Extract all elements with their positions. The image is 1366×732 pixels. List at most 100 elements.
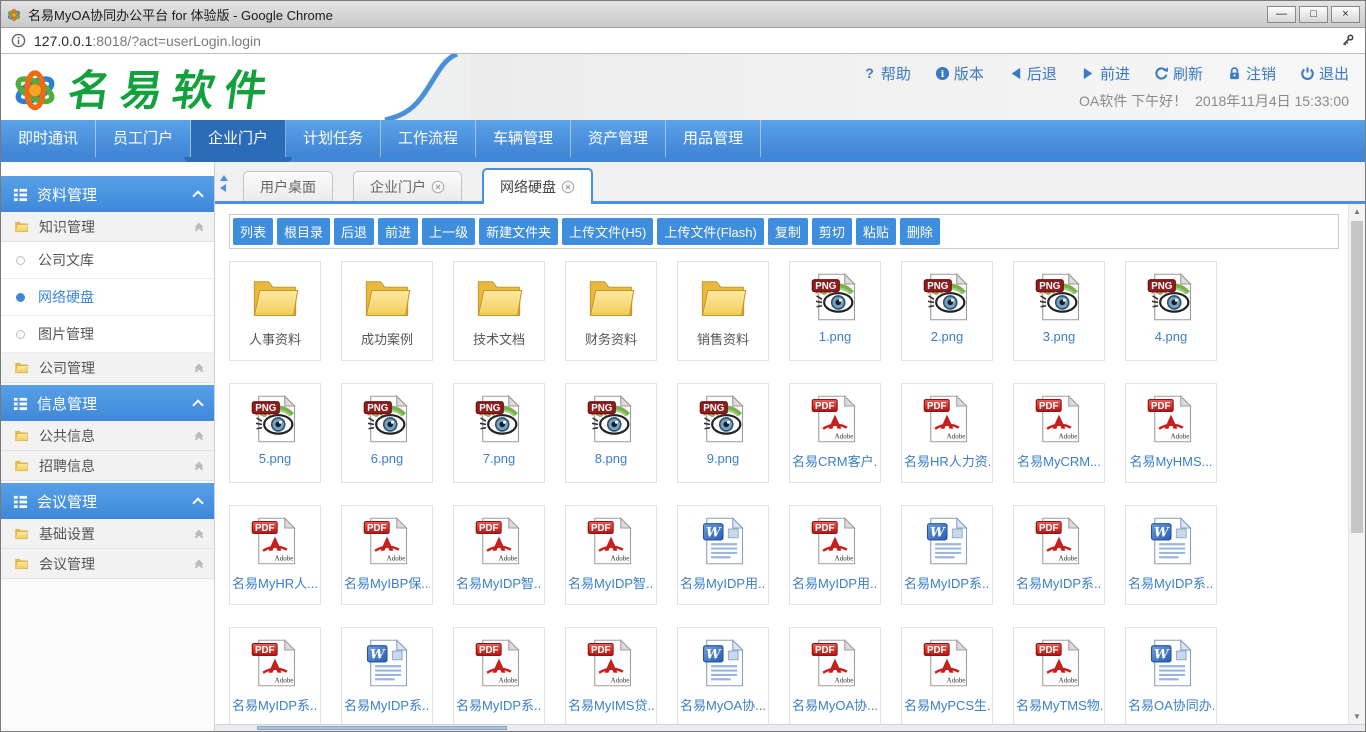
toolbar-button[interactable]: 剪切 [812,218,852,245]
file-card[interactable]: 成功案例 [341,261,433,361]
collapse-left-arrow-icon[interactable] [220,184,226,192]
file-card[interactable]: 财务资料 [565,261,657,361]
quick-link[interactable]: 刷新 [1154,63,1203,84]
file-card[interactable]: 名易HR人力资... [901,383,993,483]
file-card[interactable]: 9.png [677,383,769,483]
vertical-scrollbar[interactable]: ▲ ▼ [1348,204,1365,724]
quick-link[interactable]: 前进 [1081,63,1130,84]
file-card[interactable]: 销售资料 [677,261,769,361]
quick-link[interactable]: 后退 [1008,63,1057,84]
file-card[interactable]: 名易MyIDP智... [565,505,657,605]
file-card[interactable]: 名易MyIDP系... [229,627,321,724]
file-card[interactable]: 名易MyIDP用... [789,505,881,605]
file-card[interactable]: 名易MyPCS生... [901,627,993,724]
sidebar-item[interactable]: 公司文库 [1,242,214,279]
url-text[interactable]: 127.0.0.1:8018/?act=userLogin.login [34,33,261,49]
file-card[interactable]: 名易MyIDP智... [453,505,545,605]
quick-link[interactable]: 帮助 [862,63,911,84]
file-card[interactable]: 名易MyIDP系... [901,505,993,605]
nav-item[interactable]: 车辆管理 [476,120,571,157]
quick-link[interactable]: 版本 [935,63,984,84]
file-card[interactable]: 名易MyOA协... [789,627,881,724]
nav-item[interactable]: 员工门户 [96,120,191,157]
file-card[interactable]: 名易CRM客户... [789,383,881,483]
file-card[interactable]: 名易MyIDP用... [677,505,769,605]
sidebar-group[interactable]: 会议管理 [1,549,214,579]
maximize-button[interactable]: □ [1299,6,1328,23]
quick-link[interactable]: 退出 [1300,63,1349,84]
sidebar-item[interactable]: 网络硬盘 [1,279,214,316]
scroll-up-arrow-icon[interactable]: ▲ [1349,204,1365,219]
nav-item[interactable]: 即时通讯 [1,120,96,157]
file-card[interactable]: 名易MyIDP系... [1125,505,1217,605]
file-card[interactable]: 6.png [341,383,433,483]
nav-item[interactable]: 企业门户 [191,120,286,157]
nav-item[interactable]: 用品管理 [666,120,761,157]
sidebar-group[interactable]: 公司管理 [1,353,214,383]
file-card[interactable]: 4.png [1125,261,1217,361]
content-tab[interactable]: 企业门户 [353,171,462,201]
file-card[interactable]: 名易MyHR人... [229,505,321,605]
file-name: 名易MyCRM... [1017,451,1101,470]
toolbar-button[interactable]: 复制 [768,218,808,245]
scroll-down-arrow-icon[interactable]: ▼ [1349,709,1365,724]
sidebar-item[interactable]: 图片管理 [1,316,214,353]
file-card[interactable]: 7.png [453,383,545,483]
tab-close-icon[interactable] [561,180,575,194]
brand-logo-icon [9,61,61,113]
file-card[interactable]: 技术文档 [453,261,545,361]
page-info-icon[interactable] [11,33,26,48]
file-card[interactable]: 名易MyIDP系... [1013,505,1105,605]
file-card[interactable]: 名易MyCRM... [1013,383,1105,483]
file-card[interactable]: 名易MyIMS贷... [565,627,657,724]
sidebar-group[interactable]: 知识管理 [1,212,214,242]
tab-close-icon[interactable] [431,180,445,194]
vertical-scrollbar-thumb[interactable] [1351,221,1363,533]
file-card[interactable]: 1.png [789,261,881,361]
content-tab[interactable]: 网络硬盘 [482,168,593,204]
content-tab[interactable]: 用户桌面 [243,171,333,201]
file-card[interactable]: 人事资料 [229,261,321,361]
file-card[interactable]: 2.png [901,261,993,361]
address-bar[interactable]: 127.0.0.1:8018/?act=userLogin.login [1,28,1365,54]
toolbar-button[interactable]: 上一级 [422,218,475,245]
file-card[interactable]: 名易MyOA协... [677,627,769,724]
sidebar-group[interactable]: 招聘信息 [1,451,214,481]
toolbar-button[interactable]: 删除 [900,218,940,245]
toolbar-button[interactable]: 上传文件(Flash) [657,218,763,245]
file-card[interactable]: 名易MyIBP保... [341,505,433,605]
sidebar-group[interactable]: 基础设置 [1,519,214,549]
file-card[interactable]: 8.png [565,383,657,483]
file-card[interactable]: 名易MyTMS物... [1013,627,1105,724]
toolbar-button[interactable]: 新建文件夹 [479,218,558,245]
toolbar-button[interactable]: 后退 [334,218,374,245]
sidebar-section-header[interactable]: 资料管理 [1,176,214,212]
key-icon[interactable] [1340,33,1355,48]
close-button[interactable]: × [1331,6,1360,23]
horizontal-scrollbar[interactable] [215,724,1365,731]
file-card[interactable]: 名易OA协同办... [1125,627,1217,724]
nav-item[interactable]: 工作流程 [381,120,476,157]
file-card[interactable]: 名易MyIDP系... [453,627,545,724]
file-type-icon [809,271,861,323]
toolbar-button[interactable]: 粘贴 [856,218,896,245]
file-type-icon [361,637,413,689]
nav-item[interactable]: 计划任务 [286,120,381,157]
file-card[interactable]: 5.png [229,383,321,483]
file-card[interactable]: 3.png [1013,261,1105,361]
file-type-icon [809,637,861,689]
quick-link[interactable]: 注销 [1227,63,1276,84]
file-card[interactable]: 名易MyHMS... [1125,383,1217,483]
sidebar-group[interactable]: 公共信息 [1,421,214,451]
toolbar-button[interactable]: 列表 [233,218,273,245]
sidebar-section-header[interactable]: 信息管理 [1,385,214,421]
toolbar-button[interactable]: 前进 [378,218,418,245]
minimize-button[interactable]: — [1267,6,1296,23]
collapse-up-arrow-icon[interactable] [220,175,228,181]
toolbar-button[interactable]: 根目录 [277,218,330,245]
nav-item[interactable]: 资产管理 [571,120,666,157]
horizontal-scrollbar-thumb[interactable] [257,726,507,730]
toolbar-button[interactable]: 上传文件(H5) [562,218,653,245]
file-card[interactable]: 名易MyIDP系... [341,627,433,724]
sidebar-section-header[interactable]: 会议管理 [1,483,214,519]
